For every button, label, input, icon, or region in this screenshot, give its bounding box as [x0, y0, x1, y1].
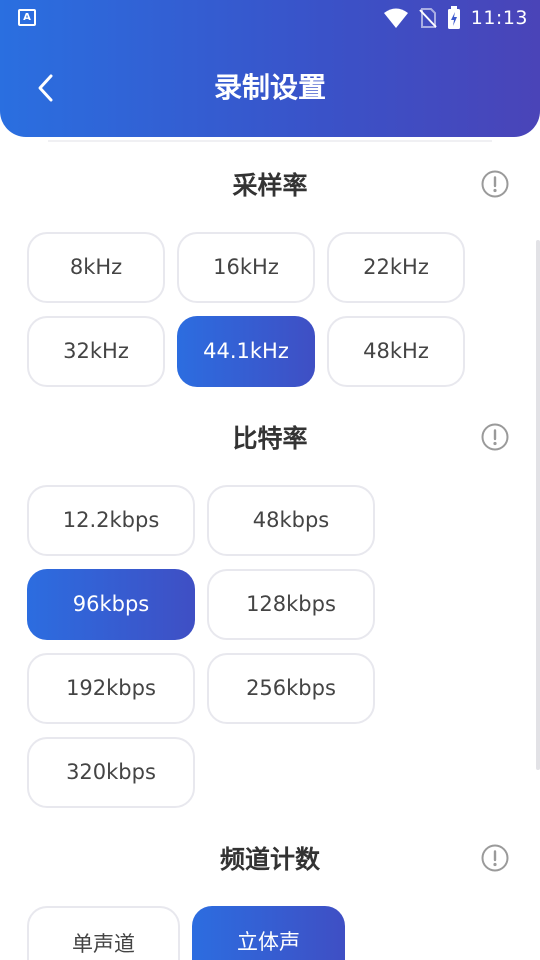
sample-rate-option[interactable]: 22kHz: [327, 232, 465, 303]
battery-charging-icon: [447, 6, 460, 29]
status-icons: 11:13: [383, 6, 528, 30]
sample-rate-option[interactable]: 48kHz: [327, 316, 465, 387]
sample-rate-option[interactable]: 32kHz: [27, 316, 165, 387]
sample-rate-option-selected[interactable]: 44.1kHz: [177, 316, 315, 387]
channel-count-title: 频道计数: [219, 845, 320, 874]
bit-rate-option[interactable]: 320kbps: [27, 737, 195, 808]
status-bar: A 11:13: [0, 0, 540, 36]
wifi-icon: [383, 8, 408, 28]
app-notification-icon: A: [18, 9, 36, 26]
sample-rate-option[interactable]: 8kHz: [27, 232, 165, 303]
info-icon[interactable]: [481, 844, 509, 872]
sample-rate-option[interactable]: 16kHz: [177, 232, 315, 303]
info-icon[interactable]: [481, 170, 509, 198]
sample-rate-title: 采样率: [232, 171, 308, 200]
bit-rate-option[interactable]: 256kbps: [207, 653, 375, 724]
app-header: A 11:13 录制设置: [0, 0, 540, 137]
bit-rate-option[interactable]: 128kbps: [207, 569, 375, 640]
info-icon[interactable]: [481, 423, 509, 451]
bit-rate-option[interactable]: 192kbps: [27, 653, 195, 724]
channel-option-selected[interactable]: 立体声: [192, 906, 345, 960]
bit-rate-title: 比特率: [232, 424, 308, 453]
page-title: 录制设置: [213, 71, 326, 104]
channel-option[interactable]: 单声道: [27, 906, 180, 960]
bit-rate-option[interactable]: 48kbps: [207, 485, 375, 556]
no-sim-icon: [419, 8, 437, 28]
divider: [48, 140, 492, 142]
status-time: 11:13: [470, 7, 528, 29]
scrollbar[interactable]: [536, 240, 540, 770]
bit-rate-option-selected[interactable]: 96kbps: [27, 569, 195, 640]
bit-rate-option[interactable]: 12.2kbps: [27, 485, 195, 556]
